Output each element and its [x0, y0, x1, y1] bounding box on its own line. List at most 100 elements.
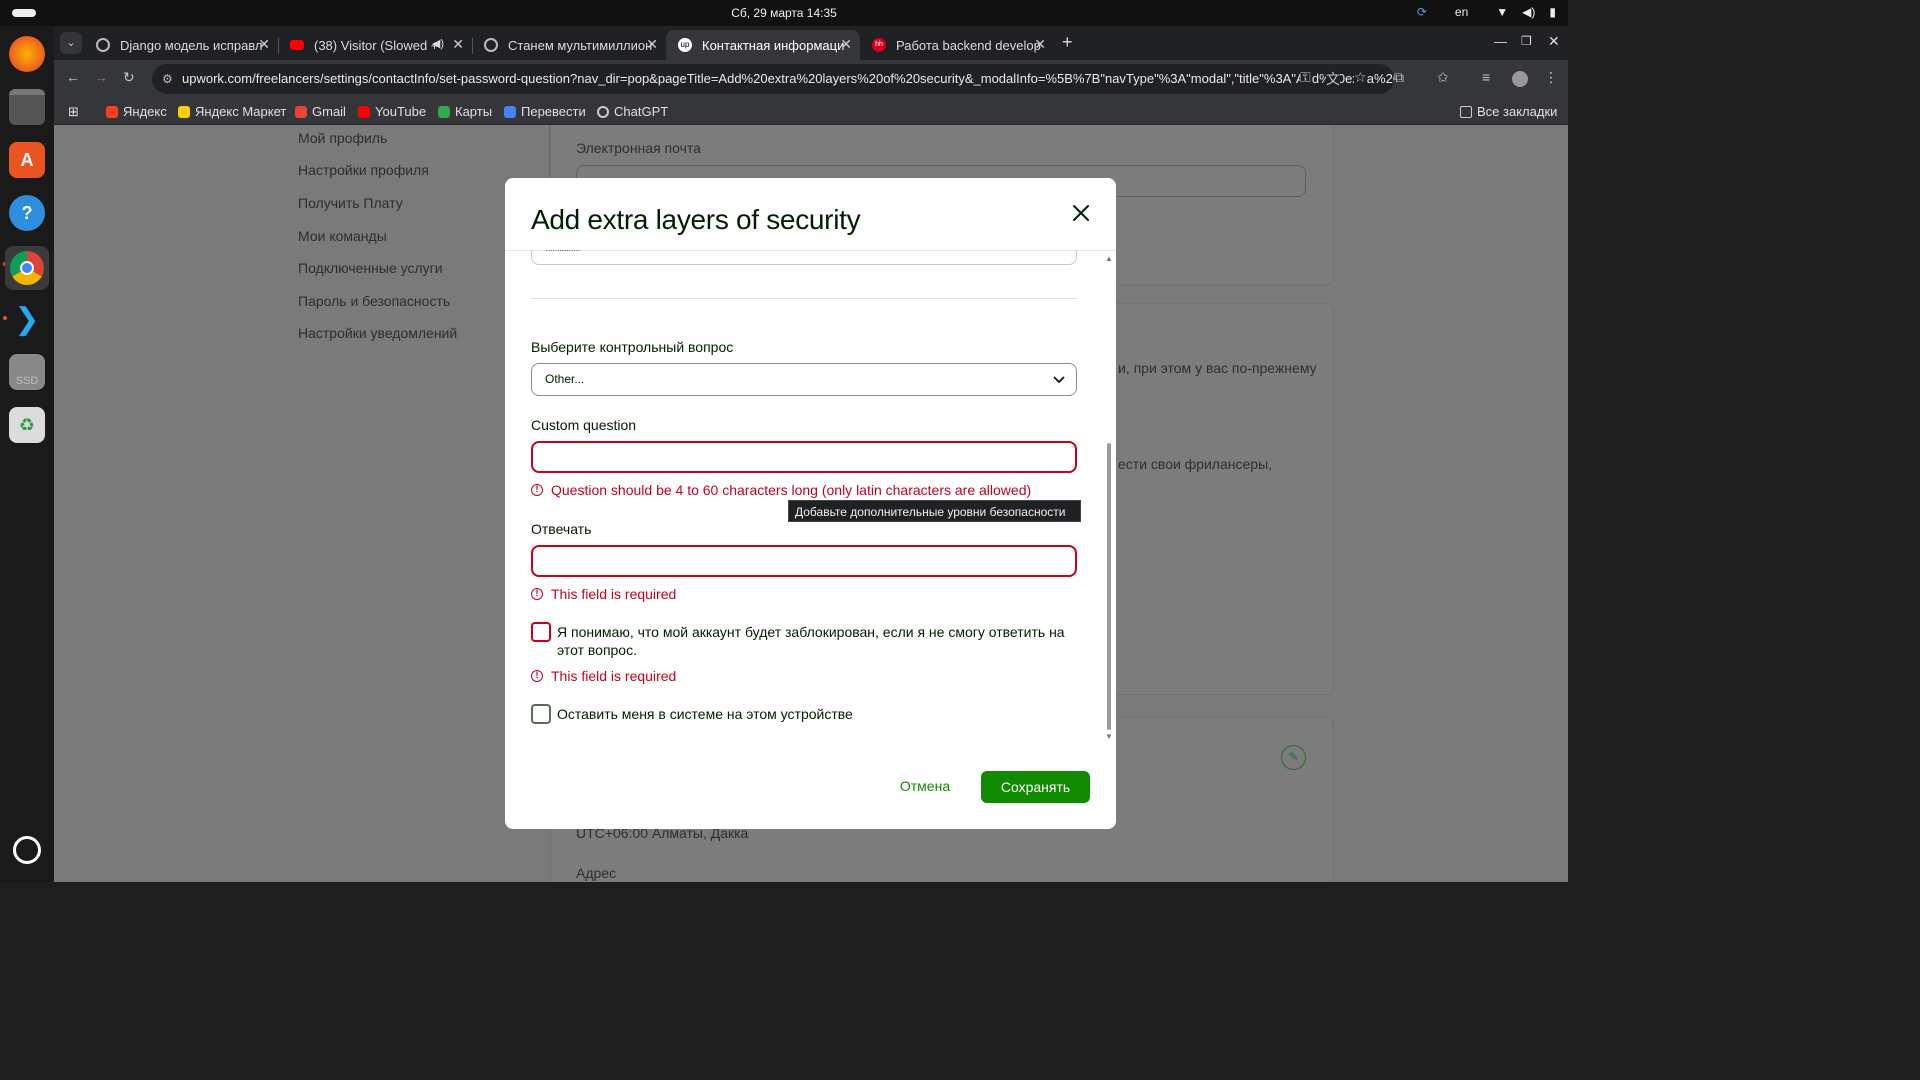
nav-my-teams[interactable]: Мои команды [298, 228, 387, 244]
all-bookmarks[interactable]: Все закладки [1460, 104, 1557, 119]
back-icon[interactable]: ← [66, 69, 80, 85]
maximize-button[interactable]: ❐ [1521, 34, 1532, 48]
password-mask: ··············· [545, 250, 581, 256]
address-bar[interactable]: ⚙ upwork.com/freelancers/settings/contac… [152, 64, 1394, 94]
minimize-button[interactable]: — [1494, 34, 1507, 49]
translate-icon [504, 105, 516, 118]
reading-list-icon[interactable]: ✩ [1437, 69, 1449, 86]
nav-password-security[interactable]: Пароль и безопасность [298, 293, 450, 309]
close-tab-icon[interactable]: ✕ [646, 36, 658, 53]
close-tab-icon[interactable]: ✕ [258, 36, 270, 53]
ssd-drive-icon[interactable]: SSD [9, 354, 45, 390]
password-field[interactable]: ··············· [531, 250, 1077, 265]
close-tab-icon[interactable]: ✕ [840, 36, 852, 53]
custom-question-input[interactable] [531, 441, 1077, 473]
vscode-icon[interactable]: ❯ [9, 301, 45, 337]
browser-window: ⌄ Django модель исправл ✕ (38) Visitor (… [54, 26, 1568, 125]
running-indicator [3, 316, 7, 320]
nav-get-paid[interactable]: Получить Плату [298, 195, 403, 211]
browser-toolbar: ← → ↻ ⚙ upwork.com/freelancers/settings/… [54, 60, 1568, 98]
files-icon[interactable] [9, 89, 45, 125]
bookmark-yandex[interactable]: Яндекс [106, 104, 167, 119]
custom-question-error-text: Question should be 4 to 60 characters lo… [551, 482, 1032, 498]
wifi-icon[interactable]: ▼ [1496, 5, 1508, 19]
trash-icon[interactable]: ♻ [9, 407, 45, 443]
save-button[interactable]: Сохранять [981, 771, 1090, 803]
chatgpt-icon [597, 105, 609, 118]
modal-title: Add extra layers of security [531, 204, 861, 235]
profile-avatar[interactable] [1512, 71, 1528, 87]
password-key-icon[interactable]: ⚿ [1300, 69, 1311, 86]
reload-icon[interactable]: ↻ [123, 69, 135, 86]
forward-icon[interactable]: → [94, 69, 108, 85]
tab-hh-backend[interactable]: hh Работа backend develop ✕ [860, 30, 1054, 60]
translate-icon[interactable]: 文 [1326, 69, 1340, 89]
page-title-tooltip: Добавьте дополнительные уровни безопасно… [788, 500, 1081, 522]
bookmarks-bar: ⊞ Яндекс Яндекс Маркет Gmail YouTube Кар… [54, 98, 1568, 125]
bookmark-yandex-market[interactable]: Яндекс Маркет [178, 104, 286, 119]
close-window-button[interactable]: ✕ [1548, 33, 1560, 50]
nav-notification-settings[interactable]: Настройки уведомлений [298, 325, 457, 341]
custom-question-label: Custom question [531, 417, 637, 433]
acknowledge-label[interactable]: Я понимаю, что мой аккаунт будет заблоки… [557, 623, 1077, 659]
tab-youtube[interactable]: (38) Visitor (Slowed + ◀) ✕ [278, 30, 472, 60]
nav-connected-services[interactable]: Подключенные услуги [298, 260, 443, 276]
system-tray[interactable]: ⟳ en ▼ ◀) ▮ [1417, 5, 1556, 19]
close-tab-icon[interactable]: ✕ [452, 36, 464, 53]
tab-upwork-contact[interactable]: up Контактная информаци ✕ [666, 30, 860, 60]
scroll-up-arrow[interactable]: ▲ [1105, 254, 1113, 263]
company-text-1: и, при этом у вас по-прежнему [1118, 360, 1317, 376]
system-top-bar: Сб, 29 марта 14:35 ⟳ en ▼ ◀) ▮ [0, 0, 1568, 26]
nav-my-profile[interactable]: Мой профиль [298, 130, 387, 146]
question-selected-value: Other... [545, 372, 585, 386]
section-divider [531, 298, 1077, 299]
help-icon[interactable]: ? [9, 195, 45, 231]
error-icon: ! [531, 670, 543, 682]
error-icon: ! [531, 588, 543, 600]
answer-input[interactable] [531, 545, 1077, 577]
apps-grid-icon[interactable]: ⊞ [68, 104, 79, 120]
scrollbar-thumb[interactable] [1107, 443, 1111, 730]
close-tab-icon[interactable]: ✕ [1034, 36, 1046, 53]
new-tab-button[interactable]: + [1062, 32, 1073, 53]
system-clock[interactable]: Сб, 29 марта 14:35 [0, 6, 1568, 20]
nav-profile-settings[interactable]: Настройки профиля [298, 162, 429, 178]
battery-icon[interactable]: ▮ [1549, 5, 1556, 19]
cancel-button[interactable]: Отмена [890, 774, 960, 798]
tab-chatgpt[interactable]: Станем мультимиллион ✕ [472, 30, 666, 60]
youtube-icon [290, 40, 304, 50]
edit-location-button[interactable]: ✎ [1281, 745, 1306, 770]
chevron-down-icon [1052, 372, 1066, 391]
question-select[interactable]: Other... [531, 363, 1077, 396]
app-center-icon[interactable]: A [9, 142, 45, 178]
keyboard-layout[interactable]: en [1455, 5, 1468, 19]
tab-django[interactable]: Django модель исправл ✕ [84, 30, 278, 60]
tab-search-button[interactable]: ⌄ [60, 32, 82, 54]
site-info-icon[interactable]: ⚙ [162, 64, 173, 94]
media-control-icon[interactable]: ≡ [1482, 69, 1490, 85]
show-apps-icon[interactable] [13, 836, 41, 864]
close-icon[interactable] [1070, 202, 1092, 224]
acknowledge-error-text: This field is required [551, 668, 677, 684]
bookmark-translate[interactable]: Перевести [504, 104, 586, 119]
chrome-icon[interactable] [5, 246, 49, 290]
bookmark-maps[interactable]: Карты [438, 104, 492, 119]
bookmark-star-icon[interactable]: ☆ [1354, 69, 1367, 86]
audio-playing-icon[interactable]: ◀) [432, 37, 444, 50]
acknowledge-checkbox[interactable] [531, 622, 551, 642]
sync-icon[interactable]: ⟳ [1417, 5, 1427, 19]
remember-device-label[interactable]: Оставить меня в системе на этом устройст… [557, 705, 1077, 723]
chatgpt-icon [484, 38, 498, 52]
bookmark-youtube[interactable]: YouTube [358, 104, 426, 119]
url-text: upwork.com/freelancers/settings/contactI… [182, 71, 1394, 86]
menu-kebab-icon[interactable]: ⋮ [1544, 69, 1558, 86]
upwork-icon: up [678, 38, 692, 52]
bookmark-chatgpt[interactable]: ChatGPT [597, 104, 668, 119]
volume-icon[interactable]: ◀) [1522, 5, 1535, 19]
bookmark-gmail[interactable]: Gmail [295, 104, 346, 119]
remember-device-checkbox[interactable] [531, 704, 551, 724]
hh-icon: hh [872, 38, 886, 52]
firefox-icon[interactable] [9, 36, 45, 72]
scroll-down-arrow[interactable]: ▼ [1105, 732, 1113, 741]
extensions-icon[interactable]: ⧉ [1394, 69, 1404, 86]
